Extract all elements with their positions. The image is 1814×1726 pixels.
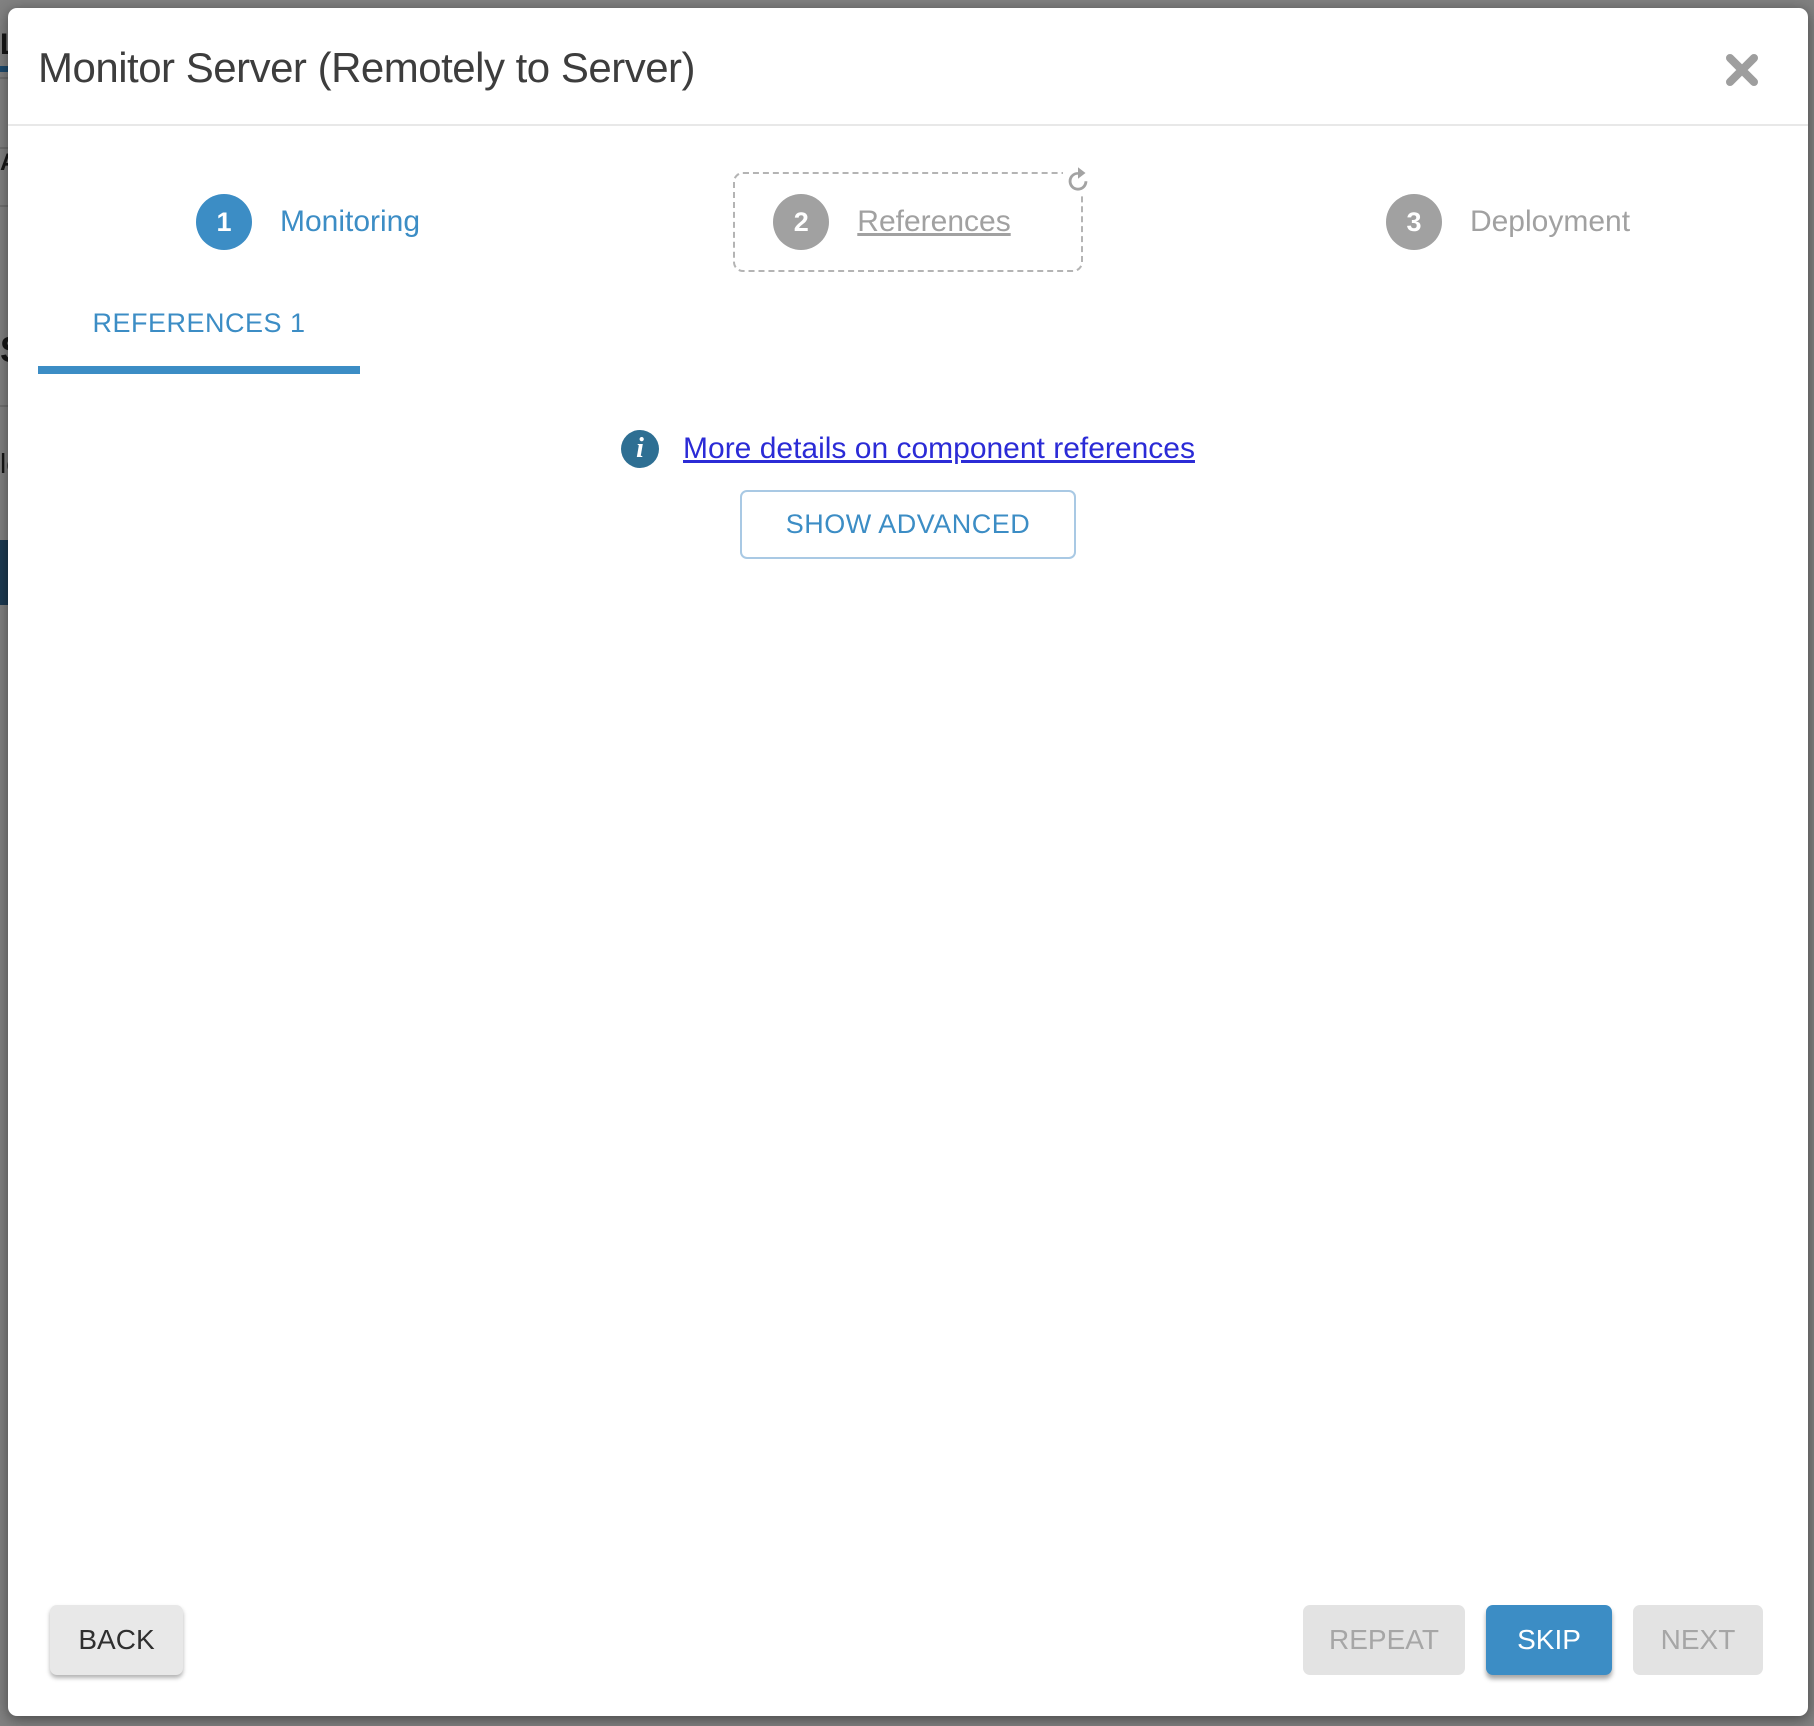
refresh-icon	[1068, 167, 1088, 191]
skip-button[interactable]: SKIP	[1486, 1605, 1612, 1675]
show-advanced-button[interactable]: SHOW ADVANCED	[739, 490, 1077, 559]
step-number-badge: 2	[773, 194, 830, 250]
tab-bar: REFERENCES 1	[38, 308, 1808, 374]
monitor-server-dialog: Monitor Server (Remotely to Server) 1 Mo…	[8, 8, 1808, 1716]
step-number-badge: 1	[195, 194, 252, 250]
step-monitoring[interactable]: 1 Monitoring	[195, 194, 421, 250]
step-label: Monitoring	[279, 205, 421, 238]
step-label[interactable]: References	[857, 205, 1010, 239]
dialog-header: Monitor Server (Remotely to Server)	[8, 8, 1808, 126]
wizard-stepper: 1 Monitoring 2 References 3 Deployment	[8, 164, 1808, 272]
component-references-link[interactable]: More details on component references	[683, 432, 1195, 466]
next-button[interactable]: NEXT	[1633, 1605, 1763, 1675]
repeat-button[interactable]: REPEAT	[1303, 1605, 1465, 1675]
close-icon	[1726, 54, 1758, 86]
step-number-badge: 3	[1385, 194, 1442, 250]
close-button[interactable]	[1720, 48, 1764, 92]
dialog-title: Monitor Server (Remotely to Server)	[38, 44, 696, 91]
dialog-footer: BACK REPEAT SKIP NEXT	[8, 1605, 1808, 1716]
refresh-step-button[interactable]	[1062, 164, 1093, 194]
step-references[interactable]: 2 References	[733, 172, 1083, 272]
dialog-body: i More details on component references S…	[8, 374, 1808, 1605]
step-deployment[interactable]: 3 Deployment	[1385, 194, 1631, 250]
tab-references-1[interactable]: REFERENCES 1	[38, 308, 360, 374]
step-label: Deployment	[1469, 205, 1631, 238]
tab-label: REFERENCES 1	[92, 308, 306, 338]
info-circle-icon: i	[621, 430, 660, 468]
back-button[interactable]: BACK	[50, 1605, 183, 1675]
